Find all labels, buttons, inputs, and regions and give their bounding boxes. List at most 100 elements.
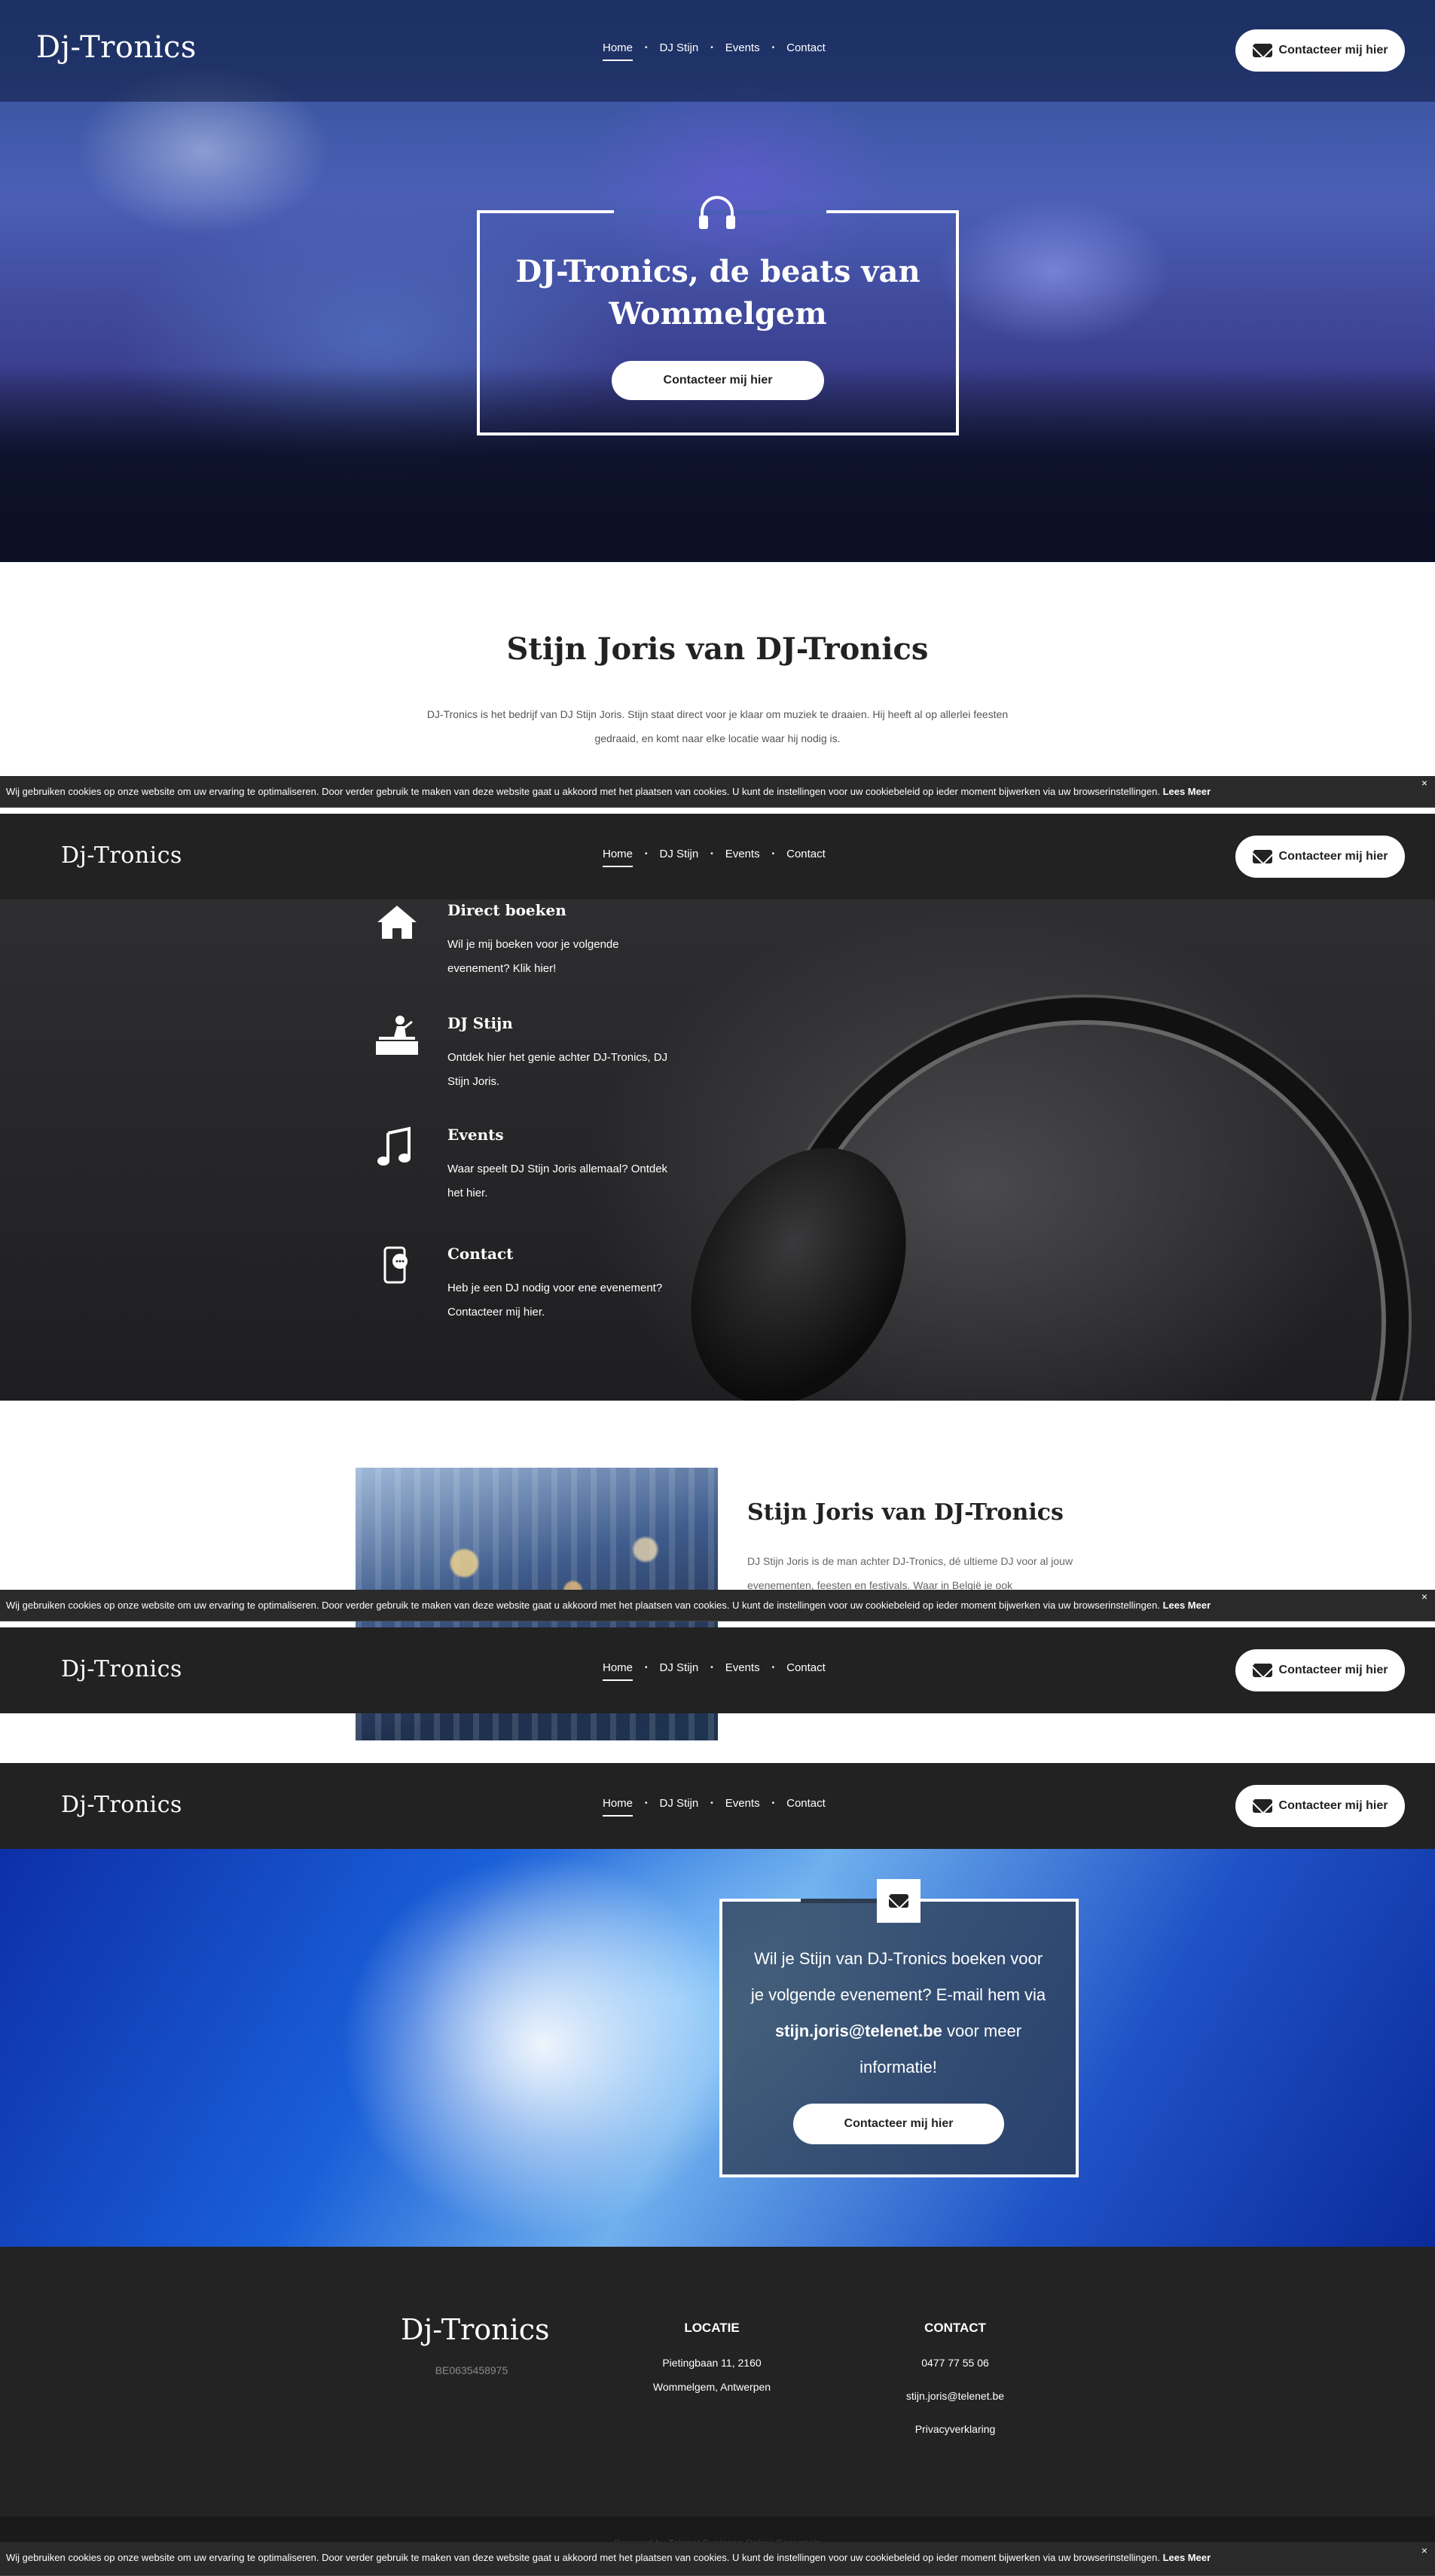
nav-separator: • bbox=[710, 1799, 713, 1807]
footer-phone[interactable]: 0477 77 55 06 bbox=[842, 2357, 1068, 2369]
service-text-contact: Heb je een DJ nodig voor ene evenement? … bbox=[447, 1282, 663, 1319]
dj-icon[interactable] bbox=[374, 1014, 420, 1056]
footer-contact-heading: CONTACT bbox=[924, 2321, 986, 2335]
cookie-bar: Wij gebruiken cookies op onze website om… bbox=[0, 776, 1435, 808]
nav-separator: • bbox=[771, 850, 775, 858]
nav-contact-button[interactable]: Contacteer mij hier bbox=[1235, 29, 1405, 72]
contact-cta-section bbox=[0, 1849, 1435, 2247]
nav-separator: • bbox=[645, 1799, 648, 1807]
cookie-text: Wij gebruiken cookies op onze website om… bbox=[6, 2552, 1160, 2563]
service-title-dj[interactable]: DJ Stijn bbox=[447, 1014, 513, 1032]
nav-contact-button-label: Contacteer mij hier bbox=[1278, 1664, 1388, 1676]
footer-email[interactable]: stijn.joris@telenet.be bbox=[842, 2390, 1068, 2402]
nav-contact[interactable]: Contact bbox=[786, 41, 826, 61]
nav-menu: Home • DJ Stijn • Events • Contact bbox=[603, 1797, 826, 1817]
logo[interactable]: Dj-Tronics bbox=[61, 1792, 182, 1818]
service-text-booking: Wil je mij boeken voor je volgende evene… bbox=[447, 938, 619, 975]
nav-dj-stijn[interactable]: DJ Stijn bbox=[660, 1661, 699, 1681]
nav-contact-button-label: Contacteer mij hier bbox=[1278, 44, 1388, 57]
headphones-icon bbox=[699, 196, 735, 229]
nav-home[interactable]: Home bbox=[603, 848, 634, 867]
nav-separator: • bbox=[710, 1664, 713, 1672]
intro-text: DJ-Tronics is het bedrijf van DJ Stijn J… bbox=[426, 708, 1009, 744]
cookie-text: Wij gebruiken cookies op onze website om… bbox=[6, 1600, 1160, 1611]
about-title: Stijn Joris van DJ-Tronics bbox=[747, 1499, 1064, 1526]
nav-contact-button[interactable]: Contacteer mij hier bbox=[1235, 1785, 1405, 1827]
nav-contact-button[interactable]: Contacteer mij hier bbox=[1235, 1649, 1405, 1691]
main-navbar: Dj-Tronics Home • DJ Stijn • Events • Co… bbox=[0, 0, 1435, 102]
cta-email-link[interactable]: stijn.joris@telenet.be bbox=[775, 2021, 942, 2040]
cta-icon-box bbox=[877, 1879, 921, 1923]
home-icon[interactable] bbox=[374, 901, 420, 943]
logo[interactable]: Dj-Tronics bbox=[61, 842, 182, 869]
nav-events[interactable]: Events bbox=[725, 848, 760, 867]
nav-separator: • bbox=[710, 44, 713, 52]
mail-icon bbox=[1252, 1799, 1272, 1813]
intro-title: Stijn Joris van DJ-Tronics bbox=[506, 631, 929, 667]
sticky-navbar: Dj-Tronics Home • DJ Stijn • Events • Co… bbox=[0, 1627, 1435, 1713]
nav-events[interactable]: Events bbox=[725, 1661, 760, 1681]
nav-dj-stijn[interactable]: DJ Stijn bbox=[660, 1797, 699, 1817]
footer-privacy-link[interactable]: Privacyverklaring bbox=[842, 2423, 1068, 2435]
nav-contact-button-label: Contacteer mij hier bbox=[1278, 850, 1388, 863]
cookie-close-icon[interactable]: × bbox=[1421, 776, 1427, 799]
footer-logo[interactable]: Dj-Tronics bbox=[401, 2313, 550, 2346]
cta-contact-button[interactable]: Contacteer mij hier bbox=[793, 2104, 1004, 2144]
nav-menu: Home • DJ Stijn • Events • Contact bbox=[603, 1661, 826, 1681]
nav-separator: • bbox=[771, 44, 775, 52]
nav-contact[interactable]: Contact bbox=[786, 1661, 826, 1681]
logo[interactable]: Dj-Tronics bbox=[61, 1656, 182, 1682]
nav-contact[interactable]: Contact bbox=[786, 1797, 826, 1817]
cta-text-before: Wil je Stijn van DJ-Tronics boeken voor … bbox=[750, 1949, 1046, 2004]
mail-icon bbox=[1252, 1664, 1272, 1677]
nav-contact-button[interactable]: Contacteer mij hier bbox=[1235, 836, 1405, 878]
cookie-close-icon[interactable]: × bbox=[1421, 2542, 1427, 2566]
mail-icon bbox=[1252, 850, 1272, 863]
cookie-text: Wij gebruiken cookies op onze website om… bbox=[6, 786, 1160, 797]
cookie-more-link[interactable]: Lees Meer bbox=[1163, 1600, 1211, 1611]
cookie-close-icon[interactable]: × bbox=[1421, 1590, 1427, 1612]
service-title-booking[interactable]: Direct boeken bbox=[447, 901, 566, 919]
nav-home[interactable]: Home bbox=[603, 1797, 634, 1817]
nav-contact-button-label: Contacteer mij hier bbox=[1278, 1799, 1388, 1812]
nav-separator: • bbox=[645, 1664, 648, 1672]
service-title-contact[interactable]: Contact bbox=[447, 1245, 513, 1263]
about-text: DJ Stijn Joris is de man achter DJ-Troni… bbox=[747, 1555, 1073, 1591]
hero-contact-button[interactable]: Contacteer mij hier bbox=[612, 361, 824, 400]
sticky-navbar: Dj-Tronics Home • DJ Stijn • Events • Co… bbox=[0, 814, 1435, 900]
service-text-dj: Ontdek hier het genie achter DJ-Tronics,… bbox=[447, 1051, 668, 1088]
service-text-events: Waar speelt DJ Stijn Joris allemaal? Ont… bbox=[447, 1163, 668, 1199]
music-note-icon[interactable] bbox=[374, 1126, 420, 1168]
cookie-bar: Wij gebruiken cookies op onze website om… bbox=[0, 1590, 1435, 1621]
nav-separator: • bbox=[645, 850, 648, 858]
sticky-navbar: Dj-Tronics Home • DJ Stijn • Events • Co… bbox=[0, 1763, 1435, 1849]
nav-events[interactable]: Events bbox=[725, 41, 760, 61]
footer-vat: BE0635458975 bbox=[435, 2364, 508, 2376]
nav-separator: • bbox=[710, 850, 713, 858]
cookie-more-link[interactable]: Lees Meer bbox=[1163, 2552, 1211, 2563]
nav-home[interactable]: Home bbox=[603, 41, 634, 61]
nav-dj-stijn[interactable]: DJ Stijn bbox=[660, 41, 699, 61]
mail-icon bbox=[1252, 44, 1272, 57]
nav-dj-stijn[interactable]: DJ Stijn bbox=[660, 848, 699, 867]
nav-menu: Home • DJ Stijn • Events • Contact bbox=[603, 41, 826, 61]
mail-icon bbox=[889, 1894, 908, 1908]
footer-location-heading: LOCATIE bbox=[684, 2321, 740, 2335]
phone-chat-icon[interactable] bbox=[374, 1245, 420, 1287]
nav-events[interactable]: Events bbox=[725, 1797, 760, 1817]
nav-separator: • bbox=[771, 1664, 775, 1672]
service-title-events[interactable]: Events bbox=[447, 1126, 504, 1144]
cookie-bar: Wij gebruiken cookies op onze website om… bbox=[0, 2542, 1435, 2576]
nav-separator: • bbox=[771, 1799, 775, 1807]
services-section bbox=[0, 900, 1435, 1401]
cookie-more-link[interactable]: Lees Meer bbox=[1163, 786, 1211, 797]
nav-menu: Home • DJ Stijn • Events • Contact bbox=[603, 848, 826, 867]
footer-address-line2: Wommelgem, Antwerpen bbox=[652, 2381, 771, 2393]
nav-separator: • bbox=[645, 44, 648, 52]
hero-title: DJ-Tronics, de beats van Wommelgem bbox=[515, 254, 921, 332]
logo[interactable]: Dj-Tronics bbox=[36, 30, 197, 65]
footer-address-line1: Pietingbaan 11, 2160 bbox=[662, 2357, 762, 2369]
cta-text: Wil je Stijn van DJ-Tronics boeken voor … bbox=[746, 1941, 1051, 2086]
nav-home[interactable]: Home bbox=[603, 1661, 634, 1681]
nav-contact[interactable]: Contact bbox=[786, 848, 826, 867]
